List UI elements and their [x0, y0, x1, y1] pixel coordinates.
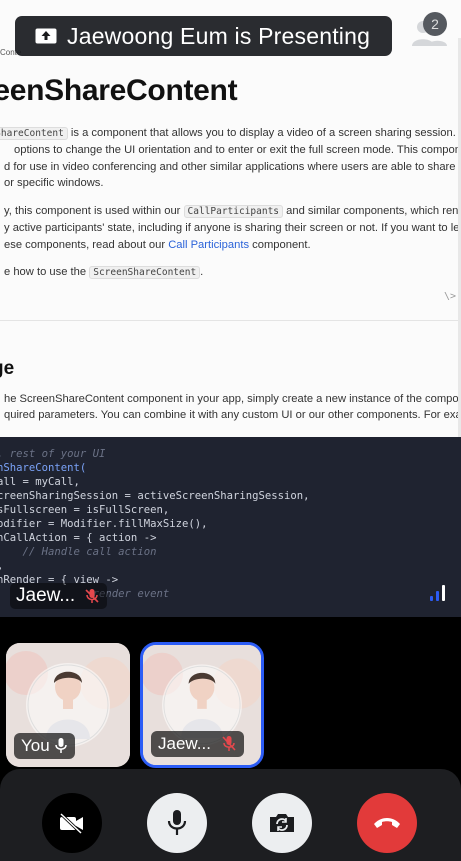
intro-line-2: options to change the UI orientation and… [14, 144, 461, 157]
code-line: sFullscreen = isFullScreen, [0, 504, 170, 516]
participant-name: Jaew... [158, 734, 211, 753]
components-line-3: ese components, read about our Call Part… [4, 238, 311, 251]
participant-label: Jaew... [151, 731, 244, 757]
presenting-banner: Jaewoong Eum is Presenting [15, 16, 392, 56]
intro-paragraph: eenShareContent is a component that allo… [0, 125, 461, 191]
code-line: all = myCall, [0, 476, 80, 488]
components-paragraph: y, this component is used within our Cal… [4, 203, 461, 253]
microphone-icon [167, 810, 187, 835]
mic-off-icon [222, 736, 236, 751]
toggle-camera-button[interactable] [42, 793, 102, 853]
doc-title: reenShareContent [0, 74, 238, 107]
flip-camera-button[interactable] [252, 793, 312, 853]
intro-line-3: d for use in video conferencing and othe… [4, 160, 461, 173]
code-ref-icon: \> [444, 291, 457, 302]
screen-share-view[interactable]: Conte reenShareContent eenShareContent i… [0, 0, 461, 617]
presenter-name: Jaew... [16, 585, 76, 606]
end-call-button[interactable] [357, 793, 417, 853]
usage-paragraph: he ScreenShareContent component in your … [4, 393, 461, 422]
components-line-1: y, this component is used within our Cal… [4, 205, 461, 218]
hang-up-icon [374, 818, 400, 828]
participant-tile-self[interactable]: You [6, 643, 130, 767]
network-quality-icon [430, 585, 445, 601]
presenting-text: Jaewoong Eum is Presenting [67, 22, 371, 49]
participant-tile-presenter[interactable]: Jaew... [140, 642, 264, 768]
code-line: creenSharingSession = activeScreenSharin… [0, 490, 310, 502]
presenter-name-label: Jaew... [10, 583, 108, 609]
code-line: , [0, 560, 3, 572]
screen-share-icon [35, 28, 57, 44]
flip-camera-icon [270, 814, 294, 832]
code-line: . rest of your UI [0, 448, 106, 460]
inline-code: eenShareContent [0, 127, 68, 140]
camera-off-icon [59, 812, 83, 835]
code-line: nCallAction = { action -> [0, 532, 157, 544]
participant-name: You [21, 736, 50, 755]
divider [0, 320, 461, 321]
inline-code: CallParticipants [183, 205, 284, 218]
inline-code: ScreenShareContent [89, 266, 201, 279]
code-line: nShareContent( [0, 462, 87, 474]
microphone-icon [54, 738, 67, 753]
call-participants-link[interactable]: Call Participants [168, 239, 249, 251]
participant-label: You [14, 733, 75, 759]
usage-intro: e how to use the ScreenShareContent. [4, 266, 204, 279]
intro-line-4: or specific windows. [4, 176, 104, 189]
mic-off-icon [85, 589, 99, 603]
code-line: // Handle call action [0, 546, 157, 558]
participant-count-badge: 2 [423, 12, 447, 36]
components-line-2: y active participants' state, including … [4, 222, 461, 235]
toggle-microphone-button[interactable] [147, 793, 207, 853]
usage-heading: ge [0, 358, 15, 379]
code-line: odifier = Modifier.fillMaxSize(), [0, 518, 208, 530]
intro-line-1: eenShareContent is a component that allo… [0, 125, 461, 142]
shared-document: Conte reenShareContent eenShareContent i… [0, 0, 461, 437]
